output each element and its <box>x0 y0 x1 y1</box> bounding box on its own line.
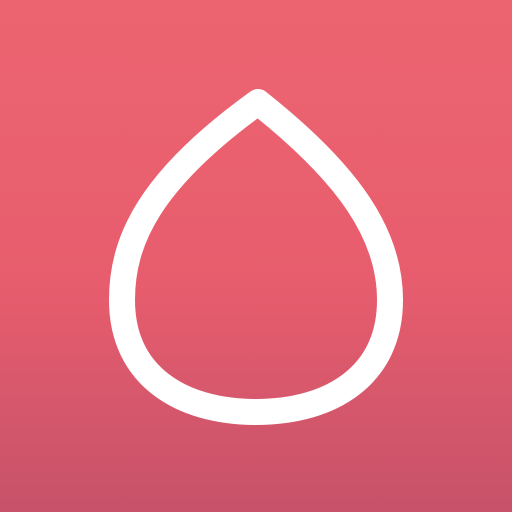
water-drop-icon <box>109 89 403 425</box>
app-icon <box>0 0 512 512</box>
